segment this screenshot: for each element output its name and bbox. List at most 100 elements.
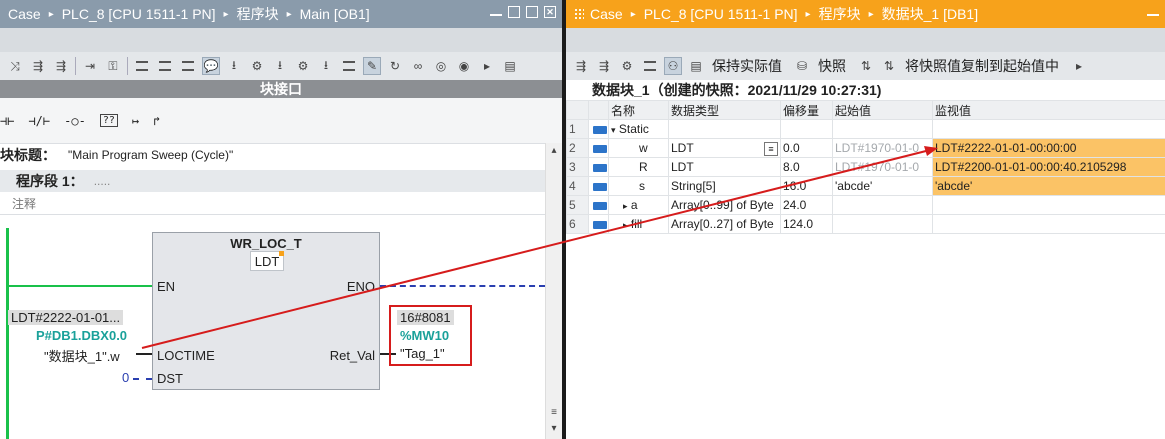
delete-network-icon[interactable]: ⇶ <box>52 57 70 75</box>
copy-snapshot-icon[interactable]: ⇅ <box>857 57 875 75</box>
insert-row-icon[interactable]: ⇶ <box>572 57 590 75</box>
add-row-icon[interactable]: ⇶ <box>595 57 613 75</box>
breadcrumb-program-blocks[interactable]: 程序块 <box>819 4 861 24</box>
loop-icon[interactable]: ∞ <box>409 57 427 75</box>
comment-toggle-icon[interactable]: 💬 <box>202 57 220 75</box>
row-start[interactable]: 'abcde' <box>832 176 933 196</box>
row-type[interactable]: Array[0..27] of Byte <box>668 214 781 234</box>
monitor-all-icon[interactable]: ⚇ <box>664 57 682 75</box>
edit-operand-icon[interactable]: ✎ <box>363 57 381 75</box>
table-row[interactable]: 4 s String[5] 16.0 'abcde' 'abcde' <box>566 176 1165 196</box>
scroll-down-icon[interactable]: ▾ <box>548 423 560 435</box>
network-comment[interactable]: 注释 <box>0 193 545 215</box>
table-row[interactable]: 5 ▸ a Array[0..99] of Byte 24.0 <box>566 195 1165 215</box>
empty-box-icon[interactable]: ?? <box>99 114 118 127</box>
network-header[interactable]: 程序段 1： ..... <box>0 170 545 192</box>
expand-arrow-icon[interactable]: ▸ <box>623 220 628 230</box>
table-view-icon[interactable] <box>156 57 174 75</box>
refresh-icon[interactable]: ↻ <box>386 57 404 75</box>
maximize-icon[interactable] <box>526 6 538 18</box>
breadcrumb-program-blocks[interactable]: 程序块 <box>237 4 279 24</box>
row-start[interactable] <box>832 214 933 234</box>
scroll-grip-icon[interactable]: ≡ <box>548 407 560 419</box>
row-name[interactable]: ▸ fill <box>608 214 669 234</box>
col-type[interactable]: 数据类型 <box>668 100 781 120</box>
row-type[interactable]: Array[0..99] of Byte <box>668 195 781 215</box>
block-interface-bar[interactable]: 块接口 <box>0 80 562 98</box>
col-monitor[interactable]: 监视值 <box>932 100 1165 120</box>
table-row[interactable]: 1 ▾ Static <box>566 119 1165 139</box>
breadcrumb-case[interactable]: Case <box>590 6 623 22</box>
block-type-selector[interactable]: LDT <box>250 251 284 271</box>
row-type[interactable]: LDT <box>668 157 781 177</box>
restore-icon[interactable] <box>508 6 520 18</box>
breadcrumb-db1[interactable]: 数据块_1 [DB1] <box>882 4 978 24</box>
breadcrumb-case[interactable]: Case <box>8 6 41 22</box>
watch-icon[interactable]: ◉ <box>455 57 473 75</box>
col-offset[interactable]: 偏移量 <box>780 100 833 120</box>
expand-arrow-icon[interactable]: ▸ <box>623 201 628 211</box>
list-icon[interactable]: ≡ <box>764 141 778 156</box>
open-branch-icon[interactable]: ↦ <box>132 114 139 128</box>
wr-loc-t-block[interactable]: WR_LOC_T LDT EN ENO LOCTIME Ret_Val DST <box>152 232 380 390</box>
col-start[interactable]: 起始值 <box>832 100 933 120</box>
properties-icon[interactable]: ▤ <box>501 57 519 75</box>
snapshot-button[interactable]: 快照 <box>818 56 846 76</box>
row-start[interactable]: LDT#1970-01-0 <box>832 138 933 158</box>
row-name[interactable]: ▾ Static <box>608 119 669 139</box>
disconnect-icon[interactable]: ⤨ <box>6 57 24 75</box>
monitor-icon[interactable]: ⚿ <box>104 57 122 75</box>
row-name[interactable]: ▸ a <box>608 195 669 215</box>
row-type[interactable]: String[5] <box>668 176 781 196</box>
more-icon[interactable]: ▸ <box>1070 57 1088 75</box>
expand-arrow-icon[interactable]: ▾ <box>611 125 616 135</box>
table-row[interactable]: 2 w LDT ≡ 0.0 LDT#1970-01-0 LDT#2222-01-0… <box>566 138 1165 158</box>
expand-all-icon[interactable]: ⚙ <box>618 57 636 75</box>
row-type[interactable] <box>668 119 781 139</box>
col-name[interactable]: 名称 <box>608 100 669 120</box>
minimize-icon[interactable] <box>490 6 502 16</box>
compile-icon[interactable]: ⚙ <box>248 57 266 75</box>
insert-network-icon[interactable]: ⇶ <box>29 57 47 75</box>
more-icon[interactable]: ▸ <box>478 57 496 75</box>
nc-contact-icon[interactable]: ⊣/⊢ <box>28 114 50 128</box>
editor-scrollbar[interactable]: ▴ ≡ ▾ <box>545 143 562 439</box>
keep-actual-icon[interactable]: ▤ <box>687 57 705 75</box>
download-icon[interactable]: ⭳ <box>225 57 243 75</box>
collapse-all-icon[interactable] <box>641 57 659 75</box>
insert-row-icon[interactable]: ⇥ <box>81 57 99 75</box>
dst-operand[interactable]: 0 <box>122 370 129 385</box>
row-name[interactable]: R <box>608 157 669 177</box>
download-block-icon[interactable]: ⭳ <box>317 57 335 75</box>
monitor-on-icon[interactable]: ◎ <box>432 57 450 75</box>
minimize-icon[interactable] <box>1147 6 1159 16</box>
list-view-icon[interactable] <box>133 57 151 75</box>
table-row[interactable]: 6 ▸ fill Array[0..27] of Byte 124.0 <box>566 214 1165 234</box>
keep-actual-button[interactable]: 保持实际值 <box>712 56 782 76</box>
row-name[interactable]: s <box>608 176 669 196</box>
row-start[interactable] <box>832 119 933 139</box>
breadcrumb-plc[interactable]: PLC_8 [CPU 1511-1 PN] <box>644 6 798 22</box>
block-title-value[interactable]: "Main Program Sweep (Cycle)" <box>68 148 233 162</box>
upload-icon[interactable]: ⭳ <box>271 57 289 75</box>
row-start[interactable]: LDT#1970-01-0 <box>832 157 933 177</box>
row-type[interactable]: LDT ≡ <box>668 138 781 158</box>
drag-grip-icon[interactable] <box>574 8 584 20</box>
coil-icon[interactable]: -○- <box>64 114 86 128</box>
loctime-operand[interactable]: "数据块_1".w <box>44 346 120 365</box>
snapshot-icon[interactable]: ⛁ <box>793 57 811 75</box>
go-online-icon[interactable]: ⚙ <box>294 57 312 75</box>
close-icon[interactable]: ✕ <box>544 6 556 18</box>
copy-snapshot-button[interactable]: 将快照值复制到起始值中 <box>905 56 1059 76</box>
scroll-up-icon[interactable]: ▴ <box>548 145 560 157</box>
row-name[interactable]: w <box>608 138 669 158</box>
breadcrumb-main-ob1[interactable]: Main [OB1] <box>300 6 370 22</box>
row-start[interactable] <box>832 195 933 215</box>
favorites-icon[interactable] <box>340 57 358 75</box>
no-contact-icon[interactable]: ⊣⊢ <box>0 114 14 128</box>
table-row[interactable]: 3 R LDT 8.0 LDT#1970-01-0 LDT#2200-01-01… <box>566 157 1165 177</box>
breadcrumb-plc[interactable]: PLC_8 [CPU 1511-1 PN] <box>62 6 216 22</box>
network-title-placeholder[interactable]: ..... <box>94 174 111 188</box>
outline-icon[interactable] <box>179 57 197 75</box>
close-branch-icon[interactable]: ↱ <box>153 114 160 128</box>
